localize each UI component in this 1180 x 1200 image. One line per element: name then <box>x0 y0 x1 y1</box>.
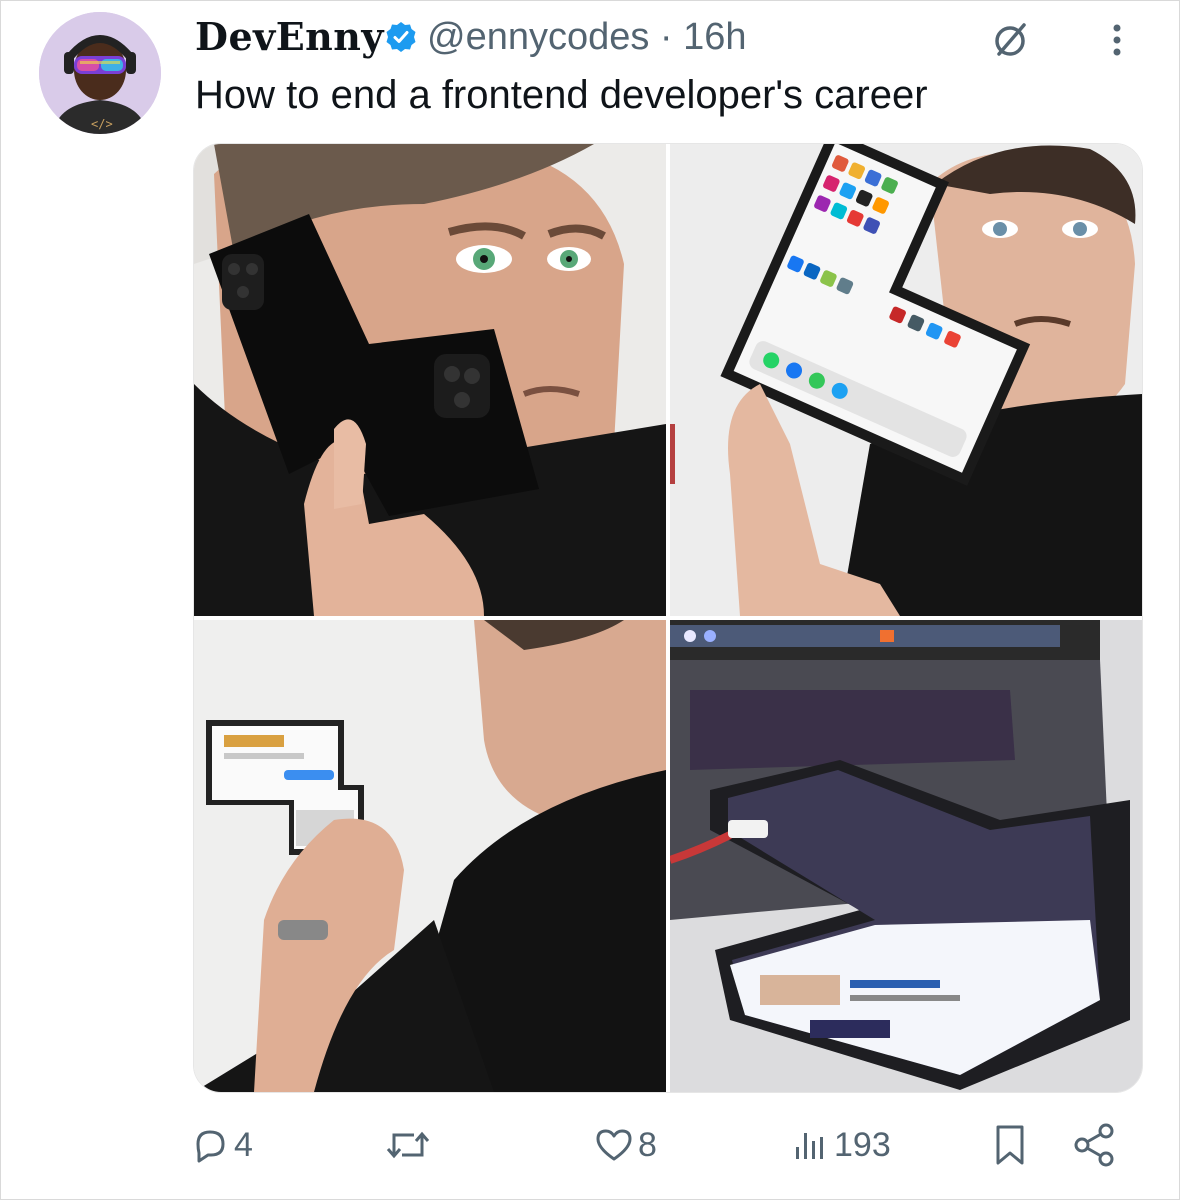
tweet-actions: 4 8 193 <box>0 1115 1180 1175</box>
share-button[interactable] <box>1070 1115 1118 1175</box>
share-icon <box>1074 1123 1114 1167</box>
reply-icon <box>196 1130 225 1163</box>
media-image-3[interactable] <box>194 620 666 1092</box>
phone-to-ear-photo <box>194 144 666 616</box>
media-image-4[interactable] <box>670 620 1142 1092</box>
typing-phone-photo <box>194 620 666 1092</box>
avatar[interactable]: </> <box>39 12 161 134</box>
bookmark-button[interactable] <box>990 1115 1030 1175</box>
like-count: 8 <box>638 1125 657 1164</box>
media-grid[interactable] <box>193 143 1143 1093</box>
tweet-text: How to end a frontend developer's career <box>195 73 928 117</box>
media-image-2[interactable] <box>670 144 1142 616</box>
display-name[interactable]: DevEnny <box>195 12 384 62</box>
handle-and-timestamp[interactable]: @ennycodes · 16h <box>427 12 747 62</box>
view-count: 193 <box>834 1125 891 1164</box>
app-grid-phone-photo <box>670 144 1142 616</box>
reply-button[interactable]: 4 <box>190 1115 253 1175</box>
like-button[interactable]: 8 <box>594 1115 657 1175</box>
charging-phone-photo <box>670 620 1142 1092</box>
views-icon <box>796 1133 823 1159</box>
verified-badge-icon <box>386 22 416 52</box>
heart-icon <box>596 1129 632 1161</box>
repost-icon <box>386 1131 430 1159</box>
tweet-header: DevEnny @ennycodes · 16h <box>195 12 1155 62</box>
avatar-illustration: </> <box>39 12 161 134</box>
media-image-1[interactable] <box>194 144 666 616</box>
reply-count: 4 <box>234 1125 253 1164</box>
grok-icon[interactable] <box>991 20 1031 60</box>
views-button[interactable]: 193 <box>790 1115 891 1175</box>
bookmark-icon <box>996 1125 1024 1165</box>
repost-button[interactable] <box>384 1115 436 1175</box>
more-vertical-icon[interactable] <box>1107 18 1127 62</box>
svg-text:</>: </> <box>91 117 113 131</box>
